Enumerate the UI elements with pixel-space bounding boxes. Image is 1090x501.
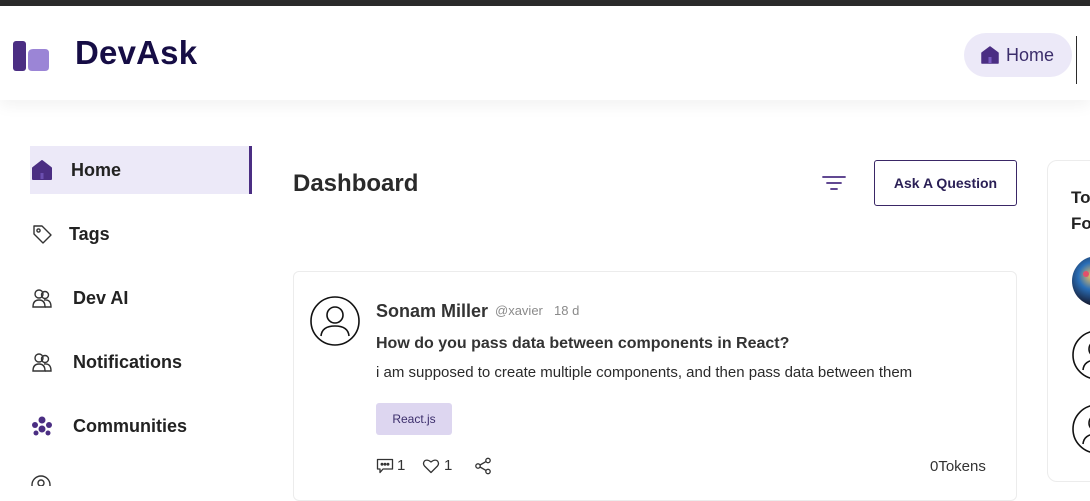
sidebar-item-communities[interactable]: Communities xyxy=(30,402,252,450)
question-body: i am supposed to create multiple compone… xyxy=(376,364,913,381)
sidebar-item-partial[interactable] xyxy=(30,474,54,486)
question-tag[interactable]: React.js xyxy=(376,403,452,435)
header-home-label: Home xyxy=(1006,44,1055,65)
like-count: 1 xyxy=(444,457,453,474)
question-card[interactable]: Sonam Miller @xavier 18 d How do you pas… xyxy=(293,271,1017,501)
brand-name[interactable]: DevAsk xyxy=(75,34,197,72)
sidebar-item-label: Communities xyxy=(73,415,188,436)
follower-avatar[interactable] xyxy=(1072,404,1090,454)
profile-icon xyxy=(31,475,51,486)
home-icon xyxy=(981,46,999,64)
page-title: Dashboard xyxy=(293,170,419,197)
sidebar-item-notifications[interactable]: Notifications xyxy=(30,338,252,386)
panel-title-line1: Top xyxy=(1071,188,1090,207)
ask-question-button[interactable]: Ask A Question xyxy=(874,160,1017,206)
heart-icon xyxy=(422,458,440,473)
devask-logo-icon[interactable] xyxy=(12,39,50,73)
sidebar-item-tags[interactable]: Tags xyxy=(30,210,252,258)
sidebar-item-label: Notifications xyxy=(73,351,183,372)
filter-icon[interactable] xyxy=(820,172,848,194)
follower-avatar[interactable] xyxy=(1072,330,1090,380)
top-followers-panel: Top Fol xyxy=(1047,160,1090,482)
sidebar-item-home[interactable]: Home xyxy=(30,146,252,194)
like-button[interactable]: 1 xyxy=(422,457,452,474)
sidebar-item-dev-ai[interactable]: Dev AI xyxy=(30,274,252,322)
sidebar-item-label: Home xyxy=(71,159,122,180)
avatar[interactable] xyxy=(310,296,360,346)
author-handle: @xavier xyxy=(495,303,543,318)
author-name[interactable]: Sonam Miller xyxy=(376,301,488,322)
question-title[interactable]: How do you pass data between components … xyxy=(376,335,789,353)
comment-count: 1 xyxy=(397,457,406,474)
top-header: DevAsk Home xyxy=(0,6,1090,100)
post-age: 18 d xyxy=(554,303,580,318)
comments-button[interactable]: 1 xyxy=(376,457,405,474)
users-icon xyxy=(30,350,54,374)
panel-title-line2: Fol xyxy=(1071,214,1090,233)
follower-avatar-photo[interactable] xyxy=(1072,256,1090,306)
community-icon xyxy=(30,414,54,438)
sidebar-item-label: Dev AI xyxy=(73,287,129,308)
header-home-button[interactable]: Home xyxy=(964,33,1072,77)
sidebar-item-label: Tags xyxy=(69,223,110,244)
share-icon[interactable] xyxy=(474,457,492,475)
home-icon xyxy=(30,158,54,182)
tokens-count: 0Tokens xyxy=(930,458,986,475)
comment-icon xyxy=(376,458,394,473)
users-icon xyxy=(30,286,54,310)
header-divider xyxy=(1076,36,1077,84)
tag-icon xyxy=(30,222,54,246)
